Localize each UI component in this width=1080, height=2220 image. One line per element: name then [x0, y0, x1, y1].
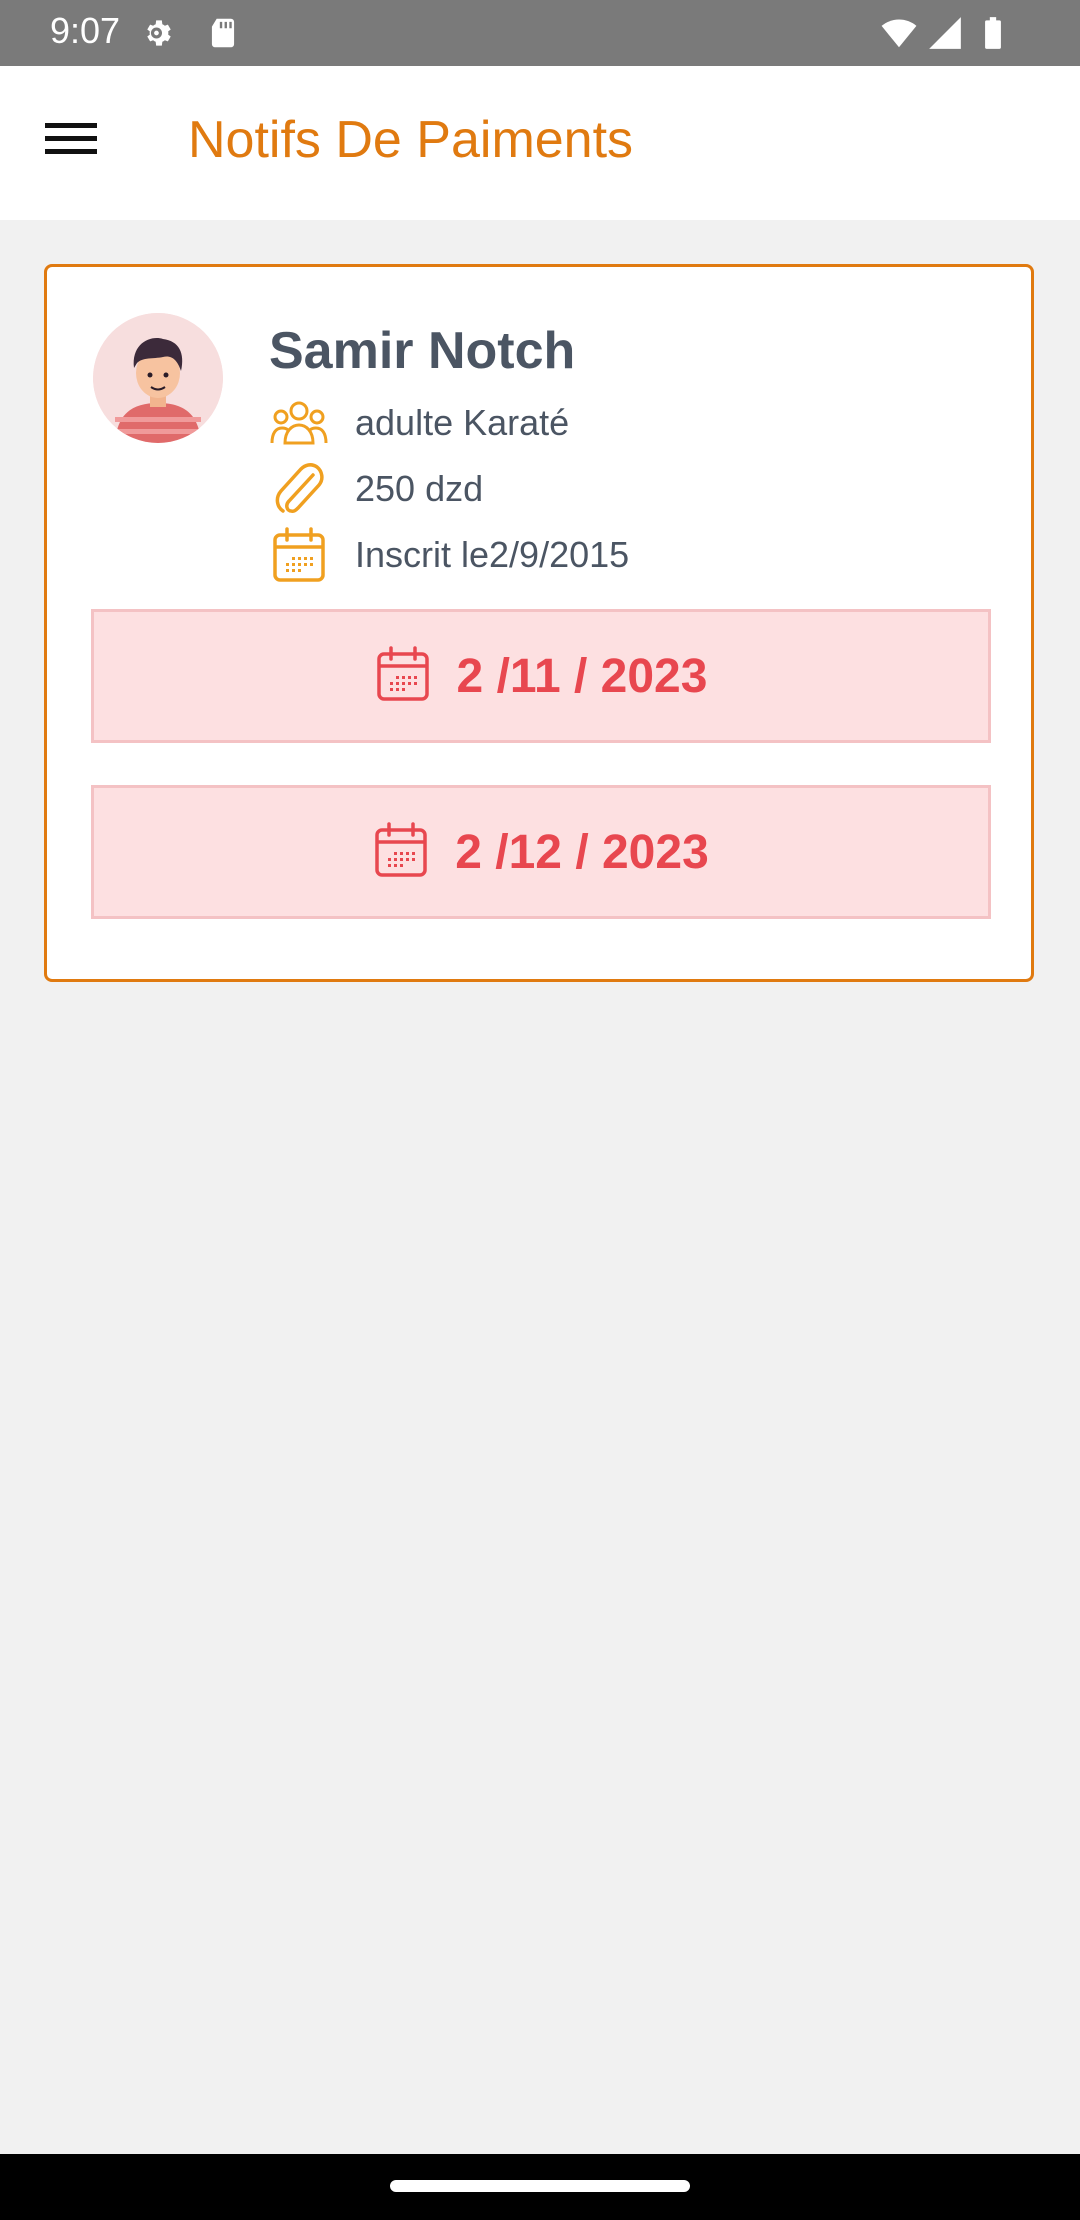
category-text: adulte Karaté — [355, 402, 570, 443]
payment-due-item[interactable]: 2 /12 / 2023 — [91, 785, 991, 919]
menu-button[interactable] — [30, 106, 112, 176]
calendar-icon — [373, 821, 429, 883]
settings-gear-icon — [140, 14, 178, 52]
calendar-icon — [269, 525, 329, 585]
app-bar: Notifs De Paiments — [0, 66, 1080, 220]
status-time: 9:07 — [50, 10, 121, 51]
system-nav-bar — [0, 2154, 1080, 2220]
status-bar: 9:07 — [0, 0, 1080, 66]
payment-date: 2 /11 / 2023 — [456, 649, 708, 703]
cell-signal-icon — [926, 14, 964, 52]
info-row-registration: Inscrit le2/9/2015 — [269, 525, 629, 585]
wifi-icon — [880, 14, 918, 52]
page-title: Notifs De Paiments — [188, 111, 634, 169]
amount-text: 250 dzd — [355, 468, 484, 509]
info-row-category: adulte Karaté — [269, 393, 569, 453]
payment-due-item[interactable]: 2 /11 / 2023 — [91, 609, 991, 743]
calendar-icon — [375, 645, 431, 707]
sd-card-icon — [204, 14, 242, 52]
home-indicator[interactable] — [390, 2180, 690, 2192]
info-row-amount: 250 dzd — [269, 459, 483, 519]
hamburger-menu-icon — [45, 119, 97, 164]
payment-date: 2 /12 / 2023 — [455, 825, 709, 879]
battery-icon — [974, 14, 1012, 52]
group-icon — [269, 393, 329, 453]
registration-text: Inscrit le2/9/2015 — [355, 534, 630, 575]
paperclip-icon — [269, 459, 329, 519]
student-name: Samir Notch — [269, 322, 576, 380]
student-card[interactable]: Samir Notch adulte Karaté 250 dzd Inscri… — [44, 264, 1034, 982]
user-avatar-icon — [93, 313, 223, 443]
